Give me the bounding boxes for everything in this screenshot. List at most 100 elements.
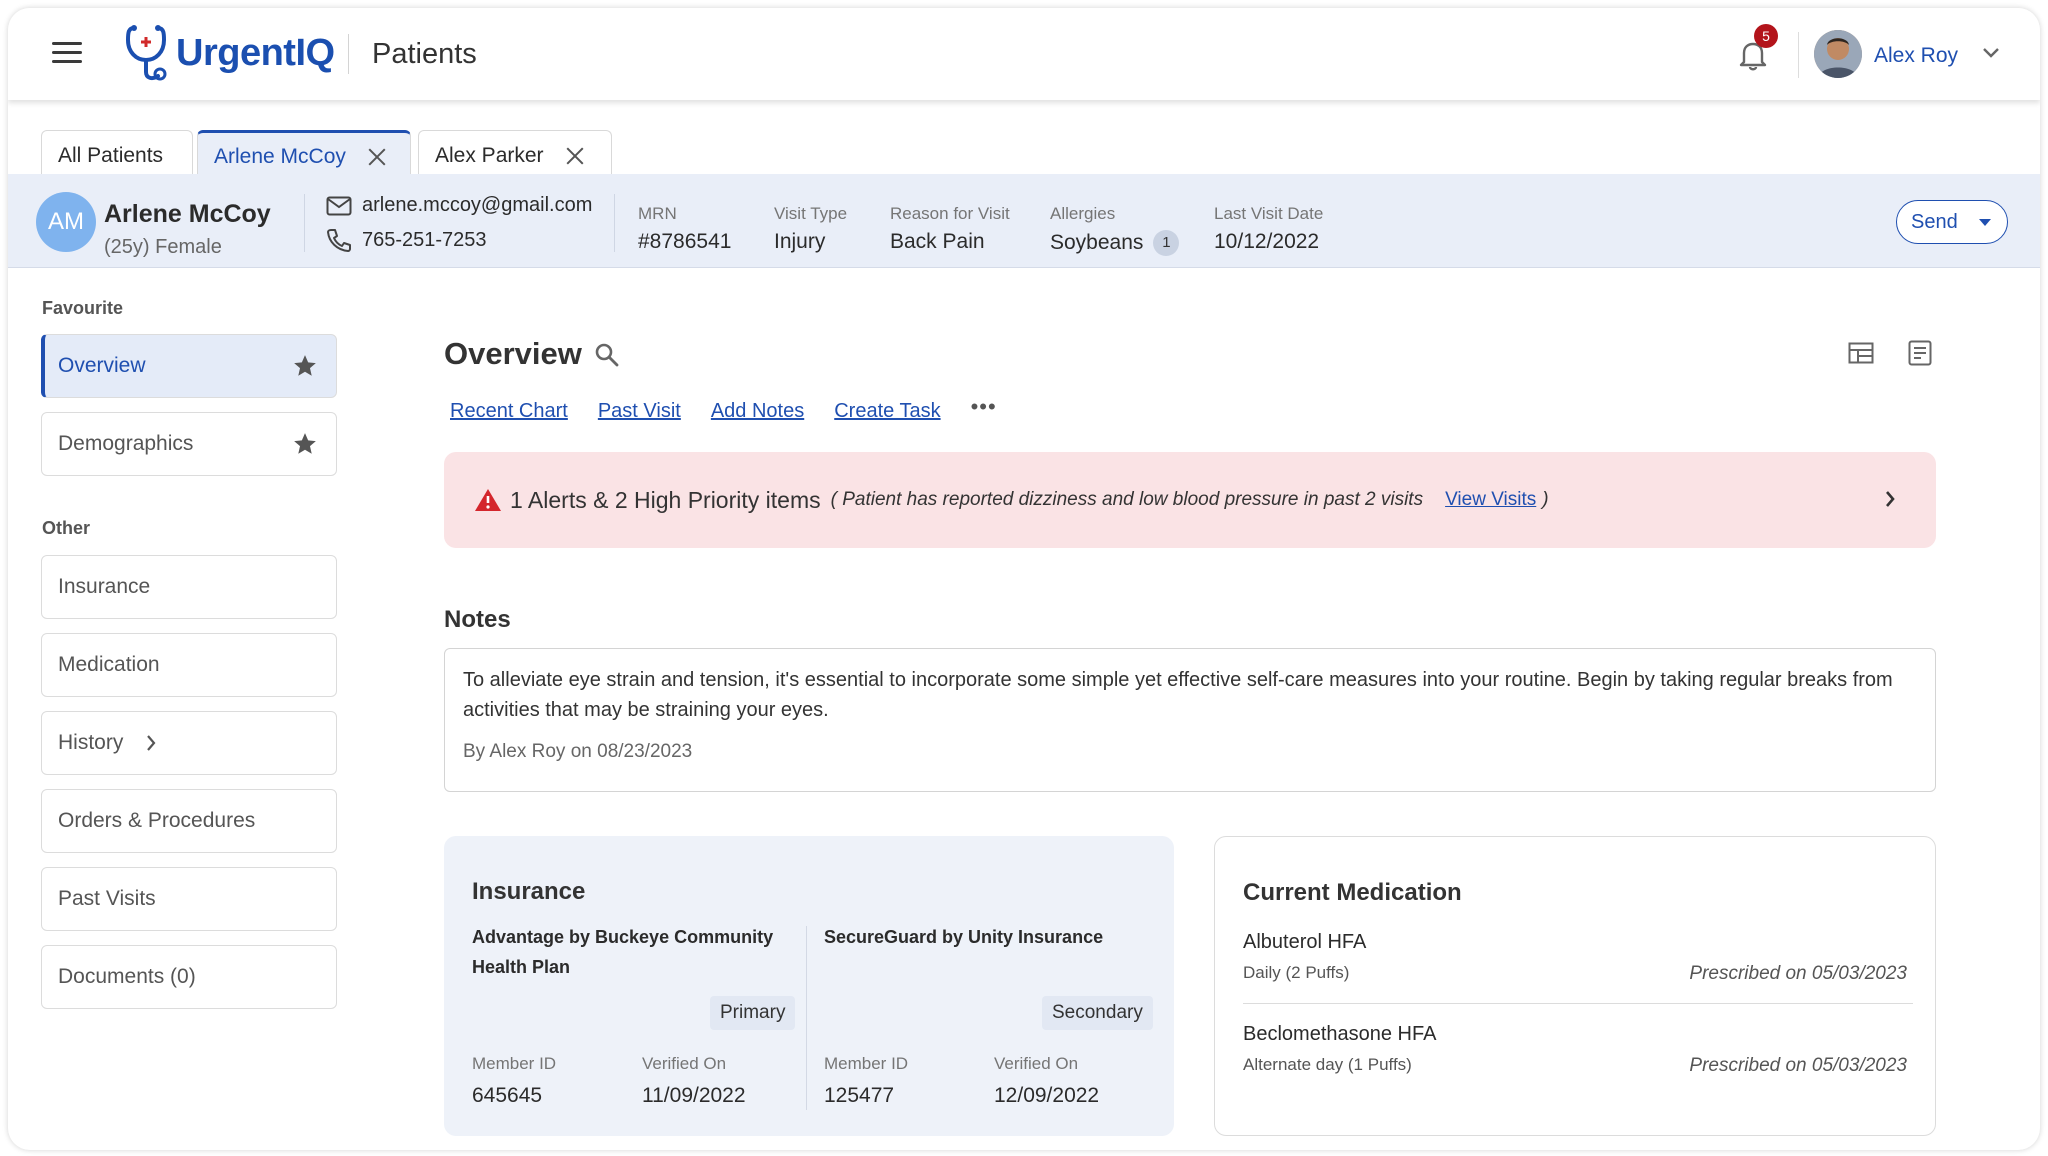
member-id-value: 645645 [472,1084,543,1107]
mrn-field: MRN #8786541 [638,204,731,254]
create-task-link[interactable]: Create Task [834,400,940,423]
notes-icon[interactable] [1908,340,1932,366]
alert-title: 1 Alerts & 2 High Priority items [510,486,821,513]
star-icon[interactable] [292,431,318,457]
patient-age-gender: (25y) Female [104,236,222,258]
sidebar-item-overview[interactable]: Overview [41,334,337,398]
tab-all-patients[interactable]: All Patients [41,130,193,180]
sidebar-item-demographics[interactable]: Demographics [41,412,337,476]
search-icon[interactable] [594,342,620,368]
close-icon[interactable] [368,148,386,166]
add-notes-link[interactable]: Add Notes [711,400,804,423]
visit-type-field: Visit Type Injury [774,204,847,254]
verified-on-value: 12/09/2022 [994,1084,1100,1107]
sidebar-item-insurance[interactable]: Insurance [41,555,337,619]
patient-phone[interactable]: 765-251-7253 [326,228,487,252]
caret-down-icon [1979,219,1991,226]
verified-on-label: Verified On [994,1054,1079,1073]
primary-badge: Primary [710,996,796,1030]
send-button[interactable]: Send [1896,200,2008,244]
prescribed-date: Prescribed on 05/03/2023 [1689,963,1907,984]
past-visit-link[interactable]: Past Visit [598,400,681,423]
app-logo[interactable]: UrgentIQ [124,22,335,84]
medication-name: Albuterol HFA [1243,931,1367,953]
verified-on-label: Verified On [642,1054,727,1073]
visit-type-label: Visit Type [774,204,848,223]
user-name[interactable]: Alex Roy [1874,44,1958,68]
reason-field: Reason for Visit Back Pain [890,204,1010,254]
insurance-card: Insurance Advantage by Buckeye Community… [444,836,1174,1136]
reason-label: Reason for Visit [890,204,1010,223]
tab-label: All Patients [58,143,164,167]
mrn-value: #8786541 [638,230,732,253]
sidebar-item-history[interactable]: History [41,711,337,775]
phone-icon [327,229,351,252]
allergies-field[interactable]: Allergies Soybeans 1 [1050,204,1180,256]
divider [304,194,305,252]
reason-value: Back Pain [890,230,985,253]
layout-grid-icon[interactable] [1848,342,1874,364]
user-photo-icon [1814,30,1862,78]
logo-text: UrgentIQ [176,31,335,74]
insurance-heading: Insurance [472,878,586,905]
allergies-value: Soybeans 1 [1050,230,1180,256]
medication-heading: Current Medication [1243,879,1462,906]
chevron-right-icon[interactable] [1884,490,1896,508]
patient-avatar: AM [36,192,96,252]
medication-name: Beclomethasone HFA [1243,1023,1437,1045]
tab-arlene-mccoy[interactable]: Arlene McCoy [197,130,411,180]
favourite-heading: Favourite [42,298,124,318]
last-visit-label: Last Visit Date [1214,204,1324,223]
chevron-down-icon[interactable] [1982,46,2000,60]
phone-text: 765-251-7253 [362,228,487,251]
sidebar-item-documents[interactable]: Documents (0) [41,945,337,1009]
sidebar-item-orders-procedures[interactable]: Orders & Procedures [41,789,337,853]
prescribed-date: Prescribed on 05/03/2023 [1689,1055,1907,1076]
sidebar-item-label: Insurance [58,575,151,598]
tab-alex-parker[interactable]: Alex Parker [418,130,612,180]
stethoscope-logo-icon [125,25,167,81]
page-title: Patients [372,38,477,70]
tab-label: Arlene McCoy [214,144,346,168]
sidebar-item-label: Documents (0) [58,965,196,988]
mrn-label: MRN [638,204,677,223]
sidebar-item-label: History [58,731,124,754]
divider [614,194,615,252]
more-icon[interactable]: ••• [971,394,997,423]
sidebar-item-label: Demographics [58,432,194,455]
recent-chart-link[interactable]: Recent Chart [450,400,568,423]
member-id-label: Member ID [824,1054,909,1073]
last-visit-value: 10/12/2022 [1214,230,1320,253]
notes-box[interactable]: To alleviate eye strain and tension, it'… [444,648,1936,792]
divider [1798,32,1799,78]
patient-header: AM Arlene McCoy (25y) Female arlene.mcco… [8,174,2040,268]
alert-description: ( Patient has reported dizziness and low… [830,489,1424,510]
sidebar-item-medication[interactable]: Medication [41,633,337,697]
sidebar-item-label: Orders & Procedures [58,809,256,832]
sidebar-item-label: Overview [58,354,146,377]
chevron-right-icon [147,735,156,751]
sidebar-item-past-visits[interactable]: Past Visits [41,867,337,931]
patient-email[interactable]: arlene.mccoy@gmail.com [326,194,592,217]
notes-text: To alleviate eye strain and tension, it'… [463,669,1893,721]
last-visit-field: Last Visit Date 10/12/2022 [1214,204,1323,254]
top-bar: UrgentIQ Patients 5 Alex Roy [8,8,2040,100]
verified-on-value: 11/09/2022 [642,1084,746,1107]
user-avatar[interactable] [1814,30,1862,78]
divider [806,926,807,1110]
view-visits-link[interactable]: View Visits [1445,489,1536,511]
medication-dose: Alternate day (1 Puffs) [1243,1055,1412,1074]
other-heading: Other [42,518,91,538]
alert-banner[interactable]: 1 Alerts & 2 High Priority items ( Patie… [444,452,1936,548]
member-id-label: Member ID [472,1054,557,1073]
divider [1243,1003,1913,1004]
menu-icon[interactable] [52,42,82,64]
close-icon[interactable] [566,147,584,165]
patient-tabs: All Patients Arlene McCoy Alex Parker [8,100,2040,180]
notes-heading: Notes [444,606,511,633]
medication-card: Current Medication Albuterol HFA Daily (… [1214,836,1936,1136]
notification-badge: 5 [1754,24,1778,48]
star-icon[interactable] [292,353,318,379]
medication-dose: Daily (2 Puffs) [1243,963,1350,982]
member-id-value: 125477 [824,1084,895,1107]
